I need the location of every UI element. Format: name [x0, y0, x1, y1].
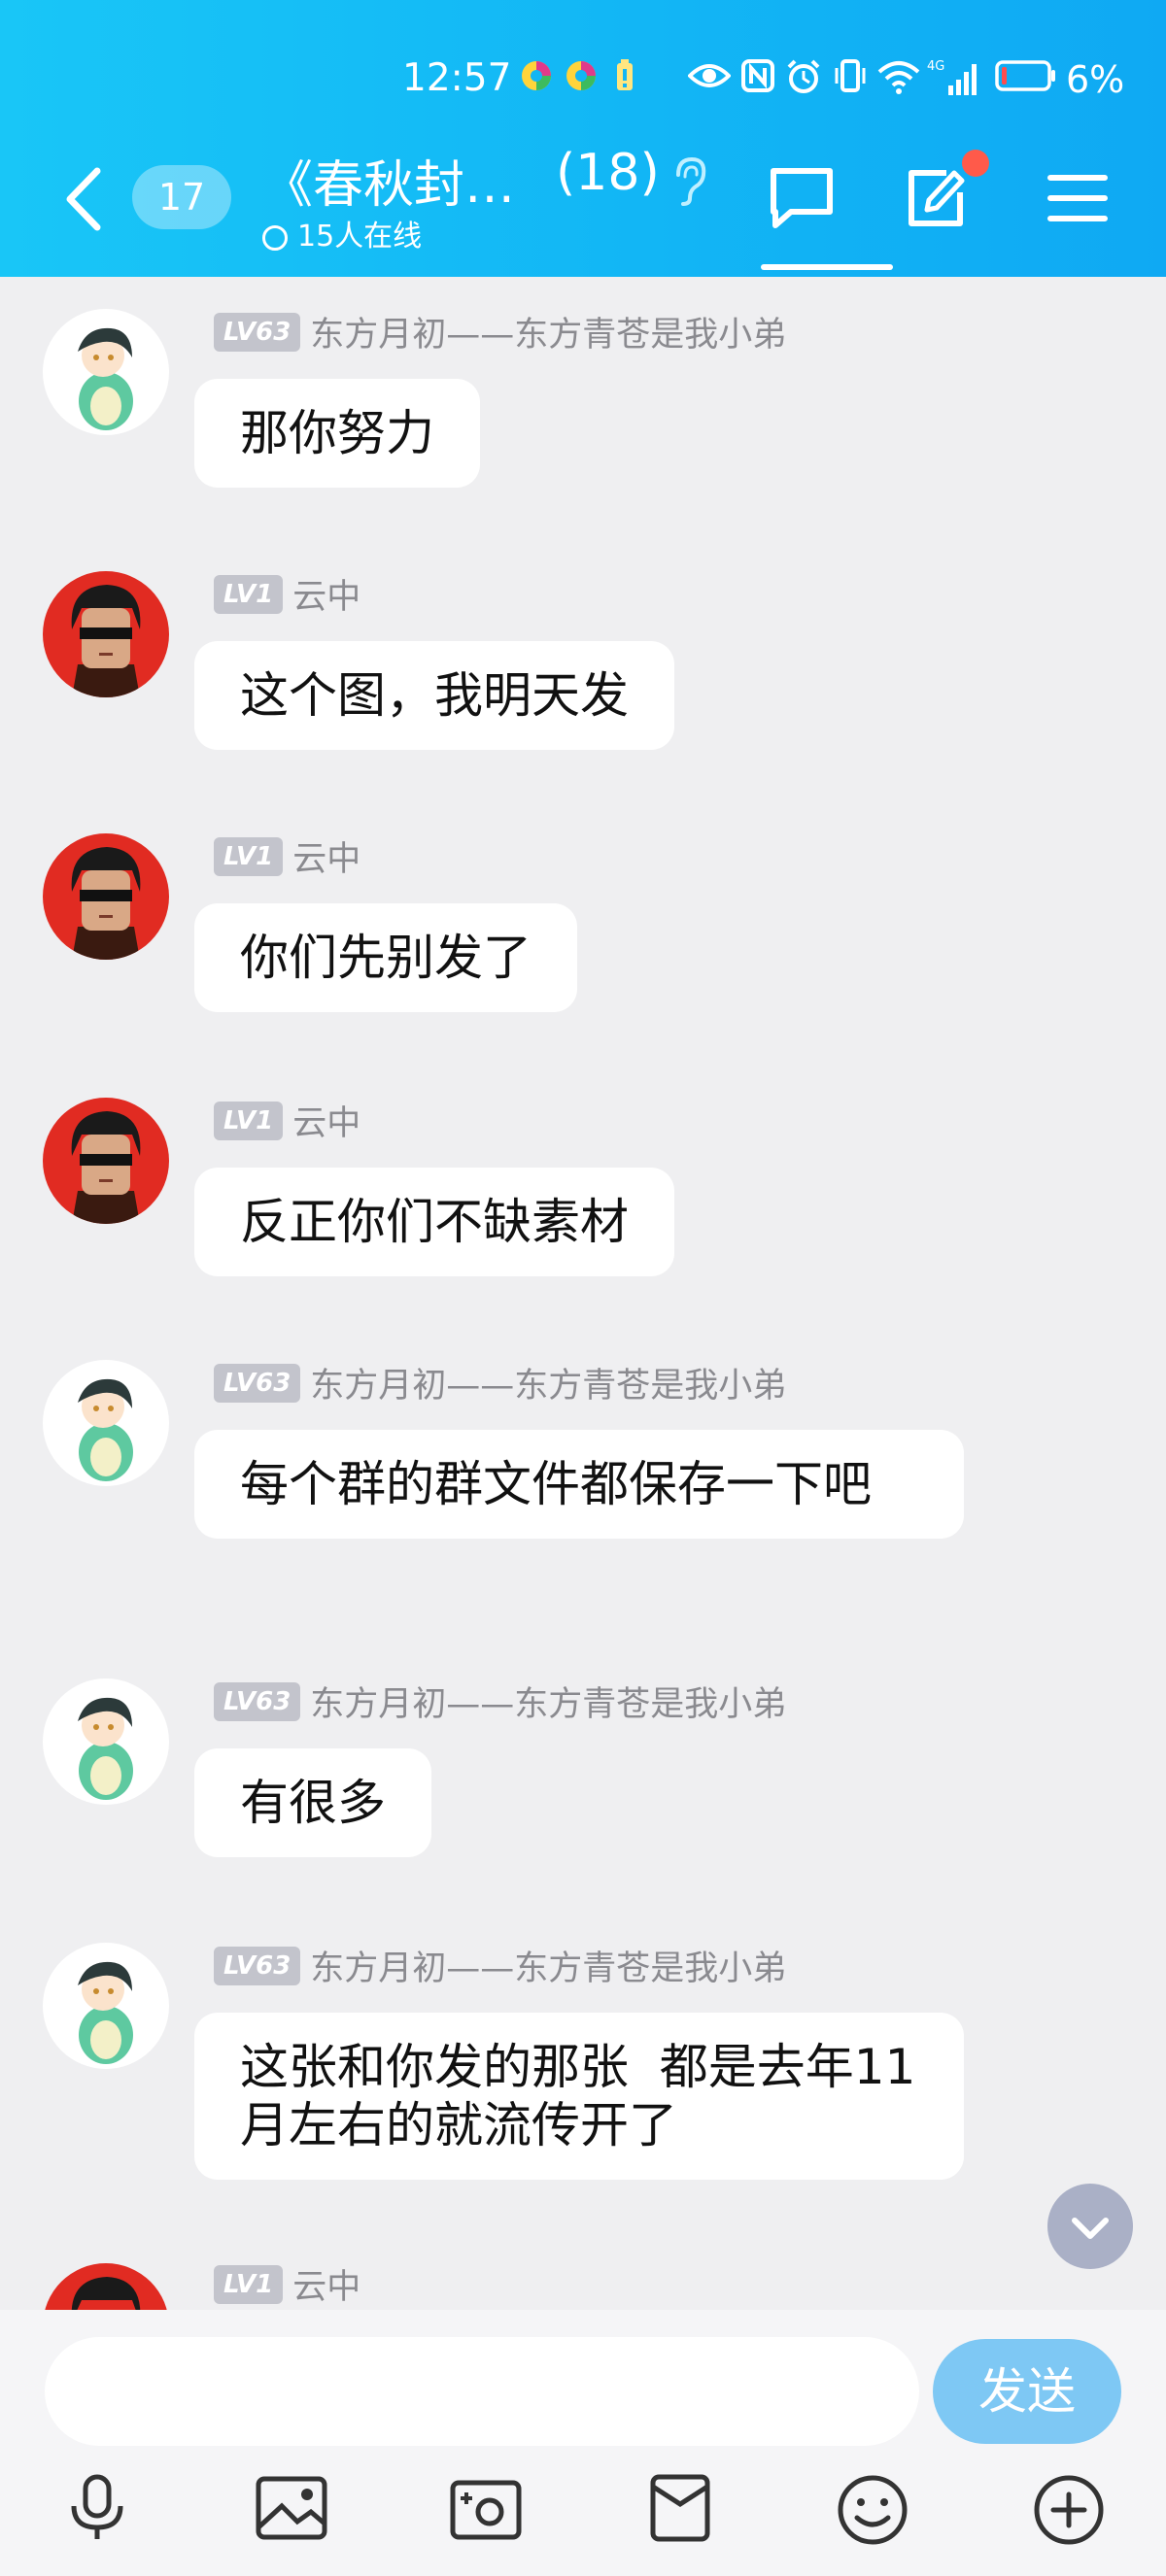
level-badge: LV63	[214, 1946, 301, 1985]
avatar[interactable]	[43, 1098, 169, 1224]
message-bubble[interactable]: 你们先别发了	[194, 903, 577, 1012]
message-bubble[interactable]: 有很多	[194, 1748, 431, 1857]
nfc-icon	[741, 59, 774, 92]
level-badge: LV63	[214, 1363, 301, 1403]
message-bubble[interactable]: 这张和你发的那张 都是去年11月左右的就流传开了	[194, 2013, 964, 2180]
nickname[interactable]: 云中	[292, 2268, 360, 2307]
message-meta: LV1 云中	[214, 569, 360, 617]
send-button[interactable]: 发送	[933, 2339, 1121, 2444]
avatar[interactable]	[43, 1943, 169, 2069]
nickname[interactable]: 云中	[292, 1104, 360, 1143]
svg-text:4G: 4G	[927, 59, 944, 74]
avatar[interactable]	[43, 571, 169, 697]
avatar[interactable]	[43, 309, 169, 435]
online-status-text: 15人在线	[297, 220, 423, 254]
message-meta: LV1 云中	[214, 831, 360, 879]
signal-4g-icon: 4G	[927, 59, 977, 95]
menu-icon[interactable]	[1047, 173, 1108, 223]
eye-icon	[688, 64, 731, 87]
level-badge: LV1	[214, 836, 284, 876]
tab-post-icon[interactable]	[904, 163, 972, 231]
message-meta: LV1 云中	[214, 1096, 360, 1143]
sunglasses-man-avatar-icon	[43, 833, 169, 960]
tab-chat-indicator	[761, 264, 893, 270]
avatar[interactable]	[43, 1360, 169, 1486]
tab-chat-icon[interactable]	[768, 165, 836, 229]
message-bubble[interactable]: 每个群的群文件都保存一下吧	[194, 1430, 964, 1539]
message-bubble[interactable]: 那你努力	[194, 379, 480, 488]
level-badge: LV63	[214, 312, 301, 352]
app-notify-icon	[566, 61, 596, 90]
nickname[interactable]: 东方月初——东方青苍是我小弟	[310, 1949, 786, 1988]
level-badge: LV1	[214, 2264, 284, 2304]
green-dino-avatar-icon	[43, 309, 169, 435]
message-bubble[interactable]: 这个图，我明天发	[194, 641, 674, 750]
input-area: 发送	[0, 2310, 1166, 2576]
nickname[interactable]: 云中	[292, 578, 360, 617]
group-title[interactable]: 《春秋封…	[262, 144, 515, 217]
sunglasses-man-avatar-icon	[43, 1098, 169, 1224]
wifi-icon	[877, 61, 920, 94]
message-input[interactable]	[45, 2337, 919, 2446]
message-meta: LV1 云中	[214, 2259, 360, 2307]
unread-count-badge[interactable]: 17	[132, 165, 231, 229]
status-bar: 12:57 4G 6%	[0, 39, 1166, 117]
message-meta: LV63 东方月初——东方青苍是我小弟	[214, 1677, 786, 1724]
alarm-icon	[787, 59, 820, 93]
nickname[interactable]: 东方月初——东方青苍是我小弟	[310, 1367, 786, 1406]
nickname[interactable]: 东方月初——东方青苍是我小弟	[310, 1685, 786, 1724]
battery-alert-icon	[617, 59, 633, 90]
vibrate-icon	[835, 59, 866, 92]
microphone-icon[interactable]	[66, 2473, 128, 2543]
avatar[interactable]	[43, 1678, 169, 1805]
ear-icon[interactable]	[670, 155, 709, 208]
message-meta: LV63 东方月初——东方青苍是我小弟	[214, 1941, 786, 1988]
message-meta: LV63 东方月初——东方青苍是我小弟	[214, 307, 786, 355]
nickname[interactable]: 云中	[292, 840, 360, 879]
scroll-to-bottom-button[interactable]	[1047, 2184, 1133, 2269]
green-dino-avatar-icon	[43, 1360, 169, 1486]
battery-percent: 6%	[1066, 58, 1125, 101]
notification-dot	[962, 150, 989, 177]
green-dino-avatar-icon	[43, 1943, 169, 2069]
member-count[interactable]: (18)	[556, 144, 660, 202]
sunglasses-man-avatar-icon	[43, 571, 169, 697]
chevron-down-icon	[1072, 2218, 1109, 2239]
level-badge: LV1	[214, 574, 284, 614]
nickname[interactable]: 东方月初——东方青苍是我小弟	[310, 316, 786, 355]
app-notify-icon	[522, 61, 551, 90]
green-dino-avatar-icon	[43, 1678, 169, 1805]
camera-icon[interactable]	[449, 2473, 523, 2543]
online-status: 15人在线	[262, 212, 422, 254]
chat-header: 12:57 4G 6% 17 《春秋封… (18) 15人在线	[0, 0, 1166, 277]
plus-icon[interactable]	[1032, 2473, 1106, 2547]
avatar[interactable]	[43, 833, 169, 960]
emoji-icon[interactable]	[836, 2473, 909, 2547]
message-meta: LV63 东方月初——东方青苍是我小弟	[214, 1358, 786, 1406]
back-icon[interactable]	[58, 165, 113, 233]
red-packet-icon[interactable]	[647, 2473, 713, 2543]
status-time: 12:57	[402, 56, 512, 100]
image-icon[interactable]	[255, 2473, 328, 2543]
message-bubble[interactable]: 反正你们不缺素材	[194, 1168, 674, 1276]
level-badge: LV63	[214, 1681, 301, 1721]
level-badge: LV1	[214, 1101, 284, 1140]
battery-icon	[995, 60, 1055, 91]
check-circle-icon	[262, 225, 288, 251]
